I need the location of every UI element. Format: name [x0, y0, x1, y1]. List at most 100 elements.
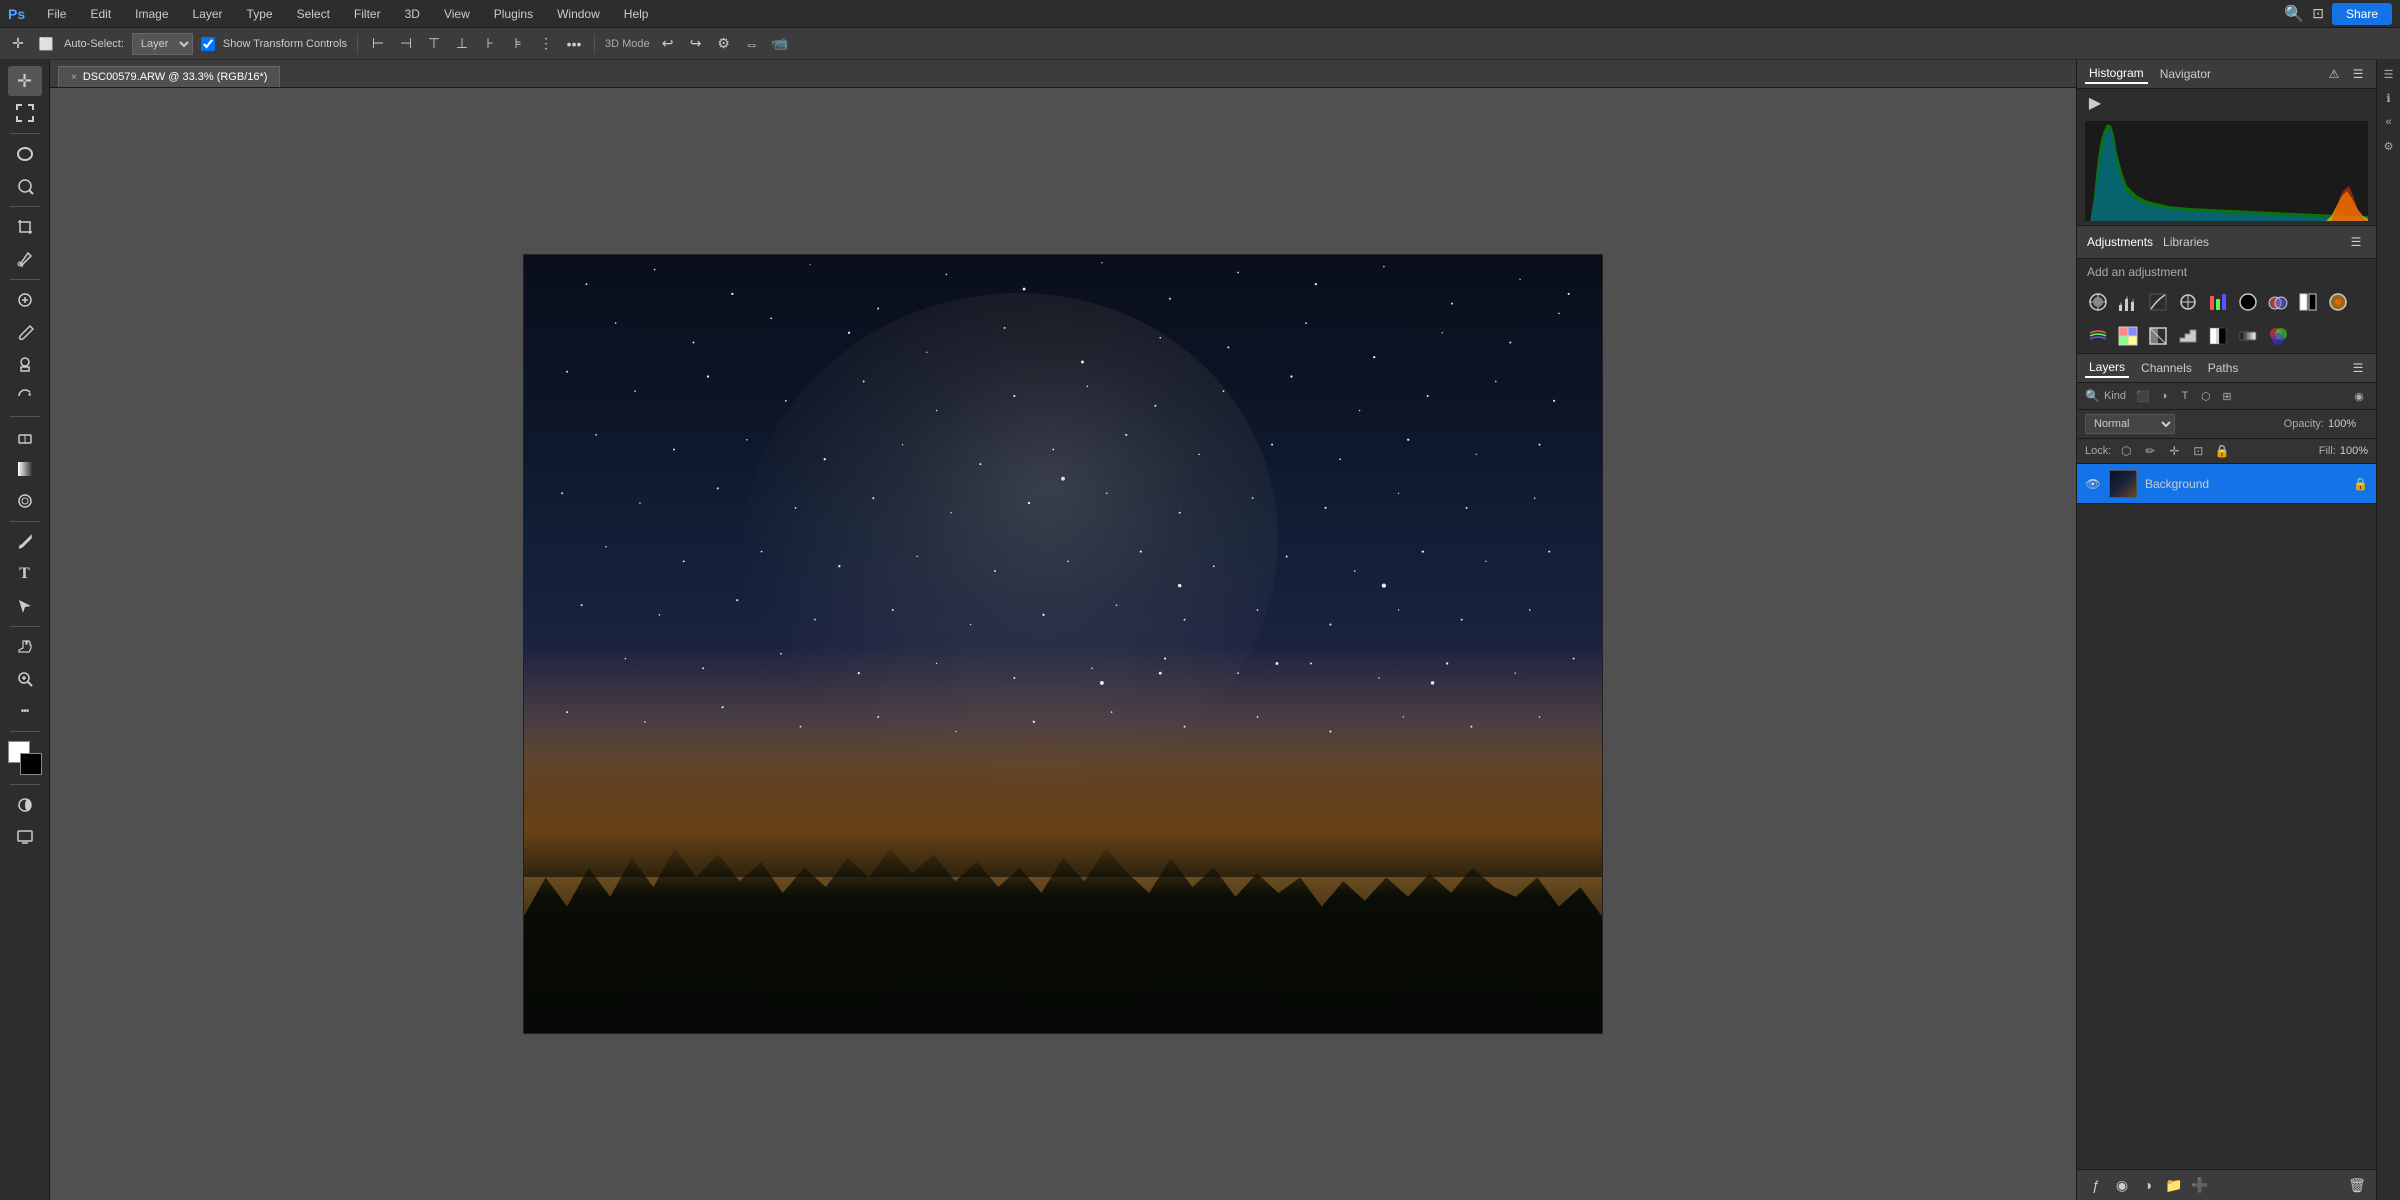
video-icon[interactable]: 📹 [770, 34, 790, 54]
path-select-tool[interactable] [8, 591, 42, 621]
search-button[interactable]: 🔍 [2284, 4, 2304, 24]
invert-icon[interactable] [2145, 323, 2171, 349]
menu-item-image[interactable]: Image [129, 5, 174, 23]
lock-pixels-icon[interactable]: ⬡ [2117, 442, 2135, 460]
move-tool[interactable]: ✛ [8, 66, 42, 96]
heal-tool[interactable] [8, 285, 42, 315]
document-tab[interactable]: × DSC00579.ARW @ 33.3% (RGB/16*) [58, 66, 280, 87]
share-button[interactable]: Share [2332, 3, 2392, 25]
menu-item-edit[interactable]: Edit [84, 5, 117, 23]
colorlookup-icon[interactable] [2115, 323, 2141, 349]
undo-icon[interactable]: ↩ [658, 34, 678, 54]
menu-item-type[interactable]: Type [241, 5, 279, 23]
history-brush-tool[interactable] [8, 381, 42, 411]
eyedropper-tool[interactable] [8, 244, 42, 274]
adjustments-tab[interactable]: Adjustments [2087, 235, 2153, 249]
menu-item-select[interactable]: Select [291, 5, 336, 23]
hsl-icon[interactable] [2235, 289, 2261, 315]
eraser-tool[interactable] [8, 422, 42, 452]
layer-mask-icon[interactable]: ◉ [2111, 1174, 2133, 1196]
layer-delete-icon[interactable]: 🗑 [2346, 1174, 2368, 1196]
blur-tool[interactable] [8, 486, 42, 516]
redo-icon[interactable]: ↪ [686, 34, 706, 54]
menu-item-window[interactable]: Window [551, 5, 606, 23]
posterize-icon[interactable] [2175, 323, 2201, 349]
menu-item-layer[interactable]: Layer [187, 5, 229, 23]
menu-item-file[interactable]: File [41, 5, 72, 23]
menu-item-3d[interactable]: 3D [399, 5, 426, 23]
pen-tool[interactable] [8, 527, 42, 557]
ps-logo[interactable]: Ps [8, 6, 25, 22]
align-top-icon[interactable]: ⊥ [452, 34, 472, 54]
histogram-warning-icon[interactable]: ⚠ [2324, 64, 2344, 84]
auto-select-dropdown[interactable]: Layer Group [132, 33, 193, 55]
filter-shape-icon[interactable]: ⬡ [2197, 387, 2215, 405]
navigator-tab[interactable]: Navigator [2156, 65, 2215, 83]
symmetry-icon[interactable]: ⇔ [742, 34, 762, 54]
align-bottom-icon[interactable]: ⊧ [508, 34, 528, 54]
photofilter-icon[interactable] [2325, 289, 2351, 315]
marquee-tool[interactable] [8, 98, 42, 128]
filter-toggle[interactable]: ◉ [2350, 387, 2368, 405]
distribute-icon[interactable]: ⋮ [536, 34, 556, 54]
gradientmap-icon[interactable] [2235, 323, 2261, 349]
adjust-icon[interactable]: ⚙ [2379, 136, 2399, 156]
selectivecolor-icon[interactable] [2265, 323, 2291, 349]
arrange-button[interactable]: ⊡ [2312, 5, 2324, 22]
layers-menu-icon[interactable]: ☰ [2348, 358, 2368, 378]
info-icon[interactable]: ℹ [2379, 88, 2399, 108]
brightness-contrast-icon[interactable] [2085, 289, 2111, 315]
lock-image-icon[interactable]: ✏ [2141, 442, 2159, 460]
tab-close-icon[interactable]: × [71, 72, 77, 83]
histogram-menu-icon[interactable]: ☰ [2348, 64, 2368, 84]
adjustments-menu-icon[interactable]: ☰ [2346, 232, 2366, 252]
menu-item-view[interactable]: View [438, 5, 476, 23]
hand-tool[interactable] [8, 632, 42, 662]
curves-icon[interactable] [2145, 289, 2171, 315]
menu-item-plugins[interactable]: Plugins [488, 5, 539, 23]
filter-pixel-icon[interactable]: ⬛ [2134, 387, 2152, 405]
layer-new-icon[interactable]: ➕ [2189, 1174, 2211, 1196]
more-options-icon[interactable]: ••• [564, 34, 584, 54]
histogram-play-btn[interactable]: ▶ [2085, 93, 2105, 113]
menu-item-help[interactable]: Help [618, 5, 655, 23]
filter-adjustment-icon[interactable]: ◑ [2155, 387, 2173, 405]
histogram-tab[interactable]: Histogram [2085, 64, 2148, 84]
channels-tab[interactable]: Channels [2137, 359, 2196, 377]
quick-mask-mode[interactable] [8, 790, 42, 820]
show-transform-checkbox[interactable] [201, 37, 215, 51]
layer-folder-icon[interactable]: 📁 [2163, 1174, 2185, 1196]
libraries-tab[interactable]: Libraries [2163, 235, 2209, 249]
exposure-icon[interactable] [2175, 289, 2201, 315]
lock-all-icon[interactable]: 🔒 [2213, 442, 2231, 460]
quick-select-tool[interactable] [8, 171, 42, 201]
layer-fx-icon[interactable]: ƒ [2085, 1174, 2107, 1196]
crop-tool[interactable] [8, 212, 42, 242]
paths-tab[interactable]: Paths [2204, 359, 2243, 377]
levels-icon[interactable] [2115, 289, 2141, 315]
zoom-tool[interactable] [8, 664, 42, 694]
blend-mode-dropdown[interactable]: Normal Multiply Screen Overlay [2085, 414, 2175, 434]
layers-tab[interactable]: Layers [2085, 358, 2129, 378]
table-row[interactable]: 👁 Background 🔒 [2077, 464, 2376, 504]
filter-smart-icon[interactable]: ⊞ [2218, 387, 2236, 405]
threshold-icon[interactable] [2205, 323, 2231, 349]
canvas-scroll[interactable] [50, 88, 2076, 1200]
align-right-icon[interactable]: ⊤ [424, 34, 444, 54]
brush-settings-icon[interactable]: ⚙ [714, 34, 734, 54]
lock-artboards-icon[interactable]: ⊡ [2189, 442, 2207, 460]
menu-item-filter[interactable]: Filter [348, 5, 387, 23]
align-left-icon[interactable]: ⊢ [368, 34, 388, 54]
align-center-h-icon[interactable]: ⊣ [396, 34, 416, 54]
background-color[interactable] [20, 753, 42, 775]
panels-icon[interactable]: ☰ [2379, 64, 2399, 84]
collapse-icon[interactable]: « [2379, 112, 2399, 132]
align-center-v-icon[interactable]: ⊦ [480, 34, 500, 54]
layer-visibility-icon[interactable]: 👁 [2085, 476, 2101, 492]
bw-icon[interactable] [2295, 289, 2321, 315]
layer-adjustment-icon[interactable]: ◑ [2137, 1174, 2159, 1196]
filter-type-icon[interactable]: T [2176, 387, 2194, 405]
brush-tool[interactable] [8, 317, 42, 347]
stamp-tool[interactable] [8, 349, 42, 379]
type-tool[interactable]: T [8, 559, 42, 589]
